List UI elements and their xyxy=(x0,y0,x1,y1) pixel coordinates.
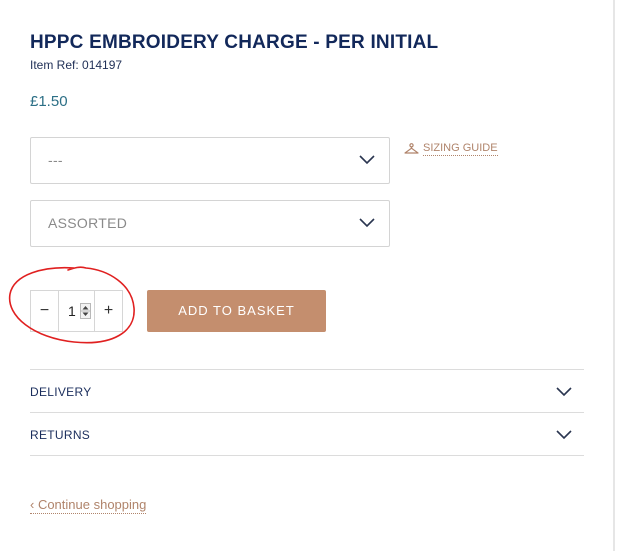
option-select-2-value: ASSORTED xyxy=(48,215,128,231)
item-ref: Item Ref: 014197 xyxy=(30,58,123,72)
product-price: £1.50 xyxy=(30,93,68,110)
accordion-returns-label: RETURNS xyxy=(30,428,91,442)
product-title: HPPC EMBROIDERY CHARGE - PER INITIAL xyxy=(30,32,439,53)
chevron-down-icon xyxy=(359,155,375,165)
chevron-down-icon xyxy=(359,218,375,228)
quantity-stepper: − 1 + xyxy=(30,290,123,332)
accordion-returns[interactable]: RETURNS xyxy=(30,413,584,455)
add-to-basket-button[interactable]: ADD TO BASKET xyxy=(147,290,326,332)
quantity-value: 1 xyxy=(68,303,76,319)
chevron-down-icon xyxy=(556,430,572,440)
option-select-1[interactable]: --- xyxy=(30,137,390,184)
chevron-down-icon xyxy=(556,387,572,397)
accordion-delivery-label: DELIVERY xyxy=(30,385,92,399)
spinner-arrows-icon xyxy=(81,306,90,316)
option-select-1-value: --- xyxy=(48,152,63,168)
quantity-input[interactable]: 1 xyxy=(60,291,94,331)
sizing-guide-label: SIZING GUIDE xyxy=(423,142,498,156)
continue-shopping-link[interactable]: ‹ Continue shopping xyxy=(30,497,147,514)
quantity-increase-button[interactable]: + xyxy=(94,291,122,331)
accordion-divider xyxy=(30,455,584,456)
accordion-delivery[interactable]: DELIVERY xyxy=(30,370,584,412)
quantity-spinner[interactable] xyxy=(80,303,91,319)
sizing-guide-link[interactable]: SIZING GUIDE xyxy=(404,141,498,156)
option-select-2[interactable]: ASSORTED xyxy=(30,200,390,247)
page-right-border xyxy=(613,0,615,551)
quantity-decrease-button[interactable]: − xyxy=(31,291,59,331)
hanger-icon xyxy=(404,142,419,154)
